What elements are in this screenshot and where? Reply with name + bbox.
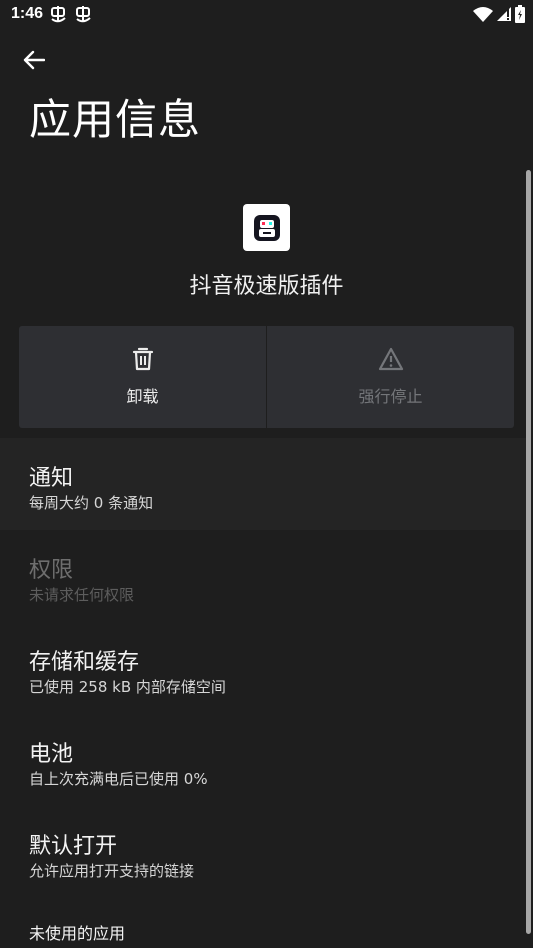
warning-icon <box>378 347 404 375</box>
back-button[interactable] <box>18 46 50 78</box>
status-time: 1:46 <box>11 5 44 22</box>
app-name: 抖音极速版插件 <box>189 274 344 299</box>
setting-open-by-default[interactable]: 默认打开 允许应用打开支持的链接 <box>0 806 526 898</box>
setting-title: 通知 <box>29 466 74 491</box>
trash-icon <box>132 347 154 375</box>
setting-subtitle: 允许应用打开支持的链接 <box>29 862 195 880</box>
status-icons <box>473 5 525 27</box>
signal-icon <box>497 6 511 26</box>
wifi-icon <box>473 6 493 26</box>
page-title: 应用信息 <box>29 95 202 144</box>
battery-icon <box>515 5 525 27</box>
app-icon <box>243 204 290 251</box>
app-notification-icon <box>49 6 67 24</box>
setting-subtitle: 每周大约 0 条通知 <box>29 494 154 512</box>
uninstall-label: 卸载 <box>126 387 159 406</box>
force-stop-label: 强行停止 <box>358 387 423 406</box>
arrow-left-icon <box>23 50 46 74</box>
setting-title: 默认打开 <box>29 834 118 859</box>
action-buttons: 卸载 强行停止 <box>19 326 514 428</box>
setting-notifications[interactable]: 通知 每周大约 0 条通知 <box>0 438 526 530</box>
app-notification-icon <box>74 6 92 24</box>
setting-title: 权限 <box>29 558 74 583</box>
force-stop-button[interactable]: 强行停止 <box>267 326 514 428</box>
status-bar: 1:46 <box>0 0 533 32</box>
setting-title: 存储和缓存 <box>29 650 140 675</box>
setting-subtitle: 未请求任何权限 <box>29 586 135 604</box>
setting-battery[interactable]: 电池 自上次充满电后已使用 0% <box>0 714 526 806</box>
uninstall-button[interactable]: 卸载 <box>19 326 266 428</box>
setting-permissions[interactable]: 权限 未请求任何权限 <box>0 530 526 622</box>
scrollbar[interactable] <box>526 170 531 934</box>
setting-subtitle: 自上次充满电后已使用 0% <box>29 770 208 788</box>
setting-subtitle: 已使用 258 kB 内部存储空间 <box>29 678 226 696</box>
setting-storage[interactable]: 存储和缓存 已使用 258 kB 内部存储空间 <box>0 622 526 714</box>
setting-title: 未使用的应用 <box>29 924 126 943</box>
setting-title: 电池 <box>29 742 74 767</box>
setting-unused-apps[interactable]: 未使用的应用 <box>0 898 526 943</box>
settings-list: 通知 每周大约 0 条通知 权限 未请求任何权限 存储和缓存 已使用 258 k… <box>0 438 526 943</box>
